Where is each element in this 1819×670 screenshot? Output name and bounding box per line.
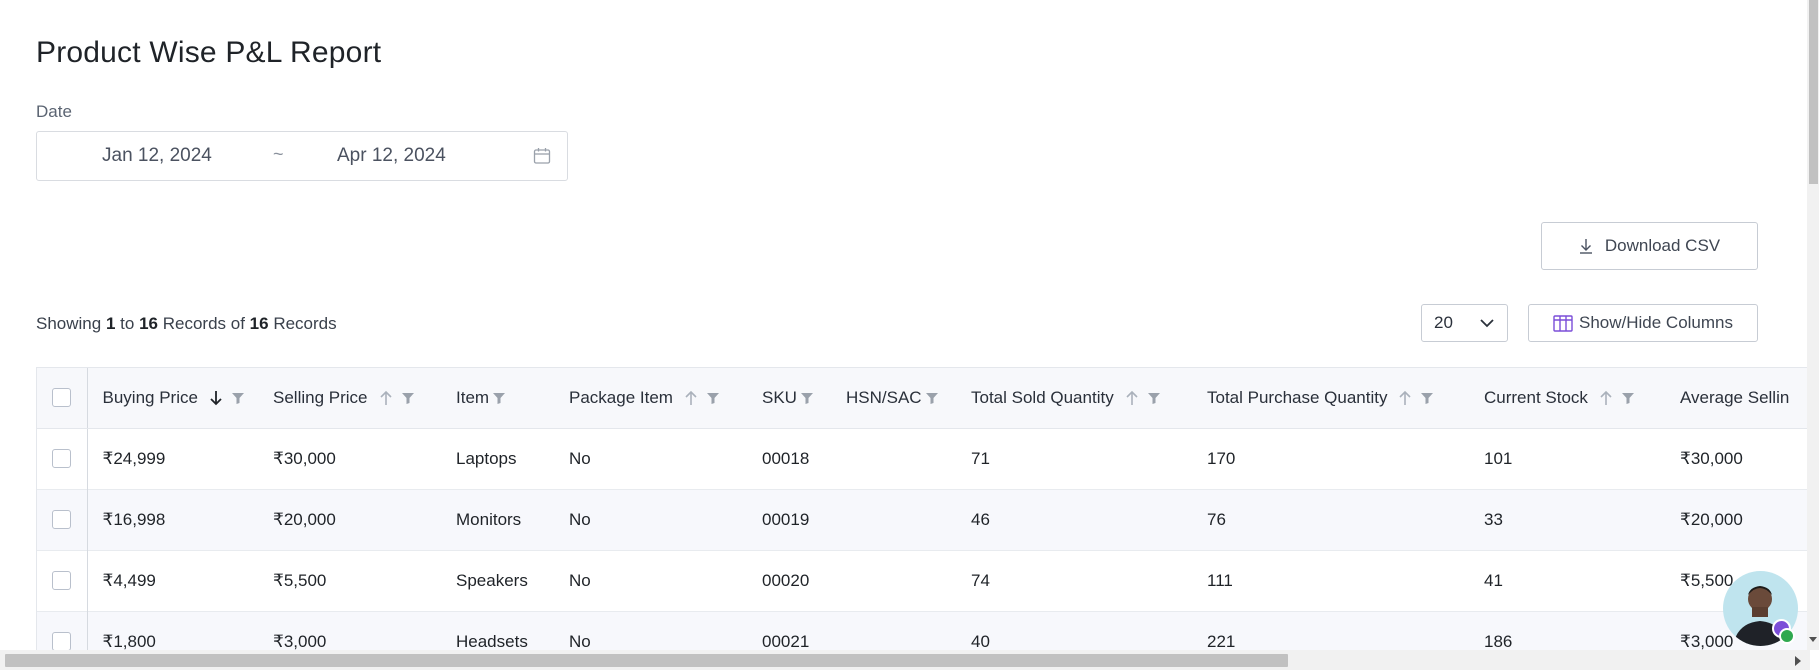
select-all-checkbox[interactable] <box>52 388 71 408</box>
page-title: Product Wise P&L Report <box>36 36 382 69</box>
table-header-row: Buying Price Selling Price Item Package … <box>37 368 1819 429</box>
cell-current-stock: 33 <box>1484 509 1503 529</box>
cell-total-sold-quantity: 74 <box>971 570 990 590</box>
sort-up-icon[interactable] <box>1399 390 1412 406</box>
header-package-item[interactable]: Package Item <box>569 388 673 408</box>
cell-package-item: No <box>569 509 591 529</box>
header-current-stock[interactable]: Current Stock <box>1484 388 1588 408</box>
cell-sku: 00021 <box>762 631 810 651</box>
date-start-input[interactable]: Jan 12, 2024 <box>102 145 212 167</box>
filter-icon[interactable] <box>1421 392 1434 404</box>
show-hide-columns-button[interactable]: Show/Hide Columns <box>1528 304 1758 342</box>
sort-up-icon[interactable] <box>379 390 392 406</box>
header-total-sold-quantity[interactable]: Total Sold Quantity <box>971 388 1114 408</box>
header-average-selling[interactable]: Average Sellin <box>1680 388 1789 408</box>
cell-hsn-sac <box>846 428 971 489</box>
cell-current-stock: 101 <box>1484 448 1513 468</box>
cell-total-sold-quantity: 40 <box>971 631 990 651</box>
cell-package-item: No <box>569 631 591 651</box>
scroll-right-arrow-icon[interactable] <box>1795 656 1801 666</box>
columns-icon <box>1553 315 1573 332</box>
row-checkbox[interactable] <box>52 632 71 650</box>
cell-item: Headsets <box>456 631 528 651</box>
cell-total-purchase-quantity: 170 <box>1207 448 1236 468</box>
filter-icon[interactable] <box>800 392 813 404</box>
scroll-down-arrow-icon[interactable] <box>1809 637 1817 642</box>
download-icon <box>1579 239 1592 254</box>
row-checkbox[interactable] <box>52 571 71 590</box>
sort-down-icon[interactable] <box>210 390 222 406</box>
cell-buying-price: ₹4,499 <box>102 570 156 590</box>
cell-total-sold-quantity: 71 <box>971 448 990 468</box>
calendar-icon[interactable] <box>533 147 551 165</box>
sort-up-icon[interactable] <box>1600 390 1612 406</box>
filter-icon[interactable] <box>706 392 719 404</box>
header-total-purchase-quantity[interactable]: Total Purchase Quantity <box>1207 388 1387 408</box>
cell-total-purchase-quantity: 76 <box>1207 509 1226 529</box>
cell-package-item: No <box>569 448 591 468</box>
table-row[interactable]: ₹4,499 ₹5,500 Speakers No 00020 74 111 4… <box>37 550 1819 611</box>
cell-sku: 00019 <box>762 509 810 529</box>
date-label: Date <box>36 102 72 121</box>
filter-icon[interactable] <box>401 392 414 404</box>
cell-current-stock: 186 <box>1484 631 1513 651</box>
sort-up-icon[interactable] <box>685 390 697 406</box>
date-end-input[interactable]: Apr 12, 2024 <box>337 145 446 167</box>
cell-item: Speakers <box>456 570 528 590</box>
cell-buying-price: ₹1,800 <box>102 631 156 651</box>
header-sku[interactable]: SKU <box>762 388 797 408</box>
table-row[interactable]: ₹16,998 ₹20,000 Monitors No 00019 46 76 … <box>37 489 1819 550</box>
vertical-scrollbar[interactable] <box>1807 0 1819 650</box>
cell-item: Monitors <box>456 509 522 529</box>
cell-total-sold-quantity: 46 <box>971 509 990 529</box>
filter-icon[interactable] <box>1147 392 1160 404</box>
cell-buying-price: ₹16,998 <box>102 509 166 529</box>
row-checkbox[interactable] <box>52 449 71 468</box>
page-size-select[interactable]: 20 <box>1421 304 1508 342</box>
cell-sku: 00020 <box>762 570 810 590</box>
filter-icon[interactable] <box>1621 392 1634 404</box>
date-range-picker[interactable]: Jan 12, 2024 ~ Apr 12, 2024 <box>36 131 568 181</box>
cell-total-purchase-quantity: 221 <box>1207 631 1236 651</box>
cell-package-item: No <box>569 570 591 590</box>
cell-item: Laptops <box>456 448 517 468</box>
header-buying-price[interactable]: Buying Price <box>103 388 198 408</box>
header-hsn-sac[interactable]: HSN/SAC <box>846 388 922 408</box>
cell-hsn-sac <box>846 611 971 650</box>
records-summary: Showing 1 to 16 Records of 16 Records <box>36 314 337 333</box>
table-row[interactable]: ₹1,800 ₹3,000 Headsets No 00021 40 221 1… <box>37 611 1819 650</box>
row-checkbox[interactable] <box>52 510 71 529</box>
sort-up-icon[interactable] <box>1126 390 1138 406</box>
cell-hsn-sac <box>846 489 971 550</box>
horizontal-scroll-thumb[interactable] <box>5 654 1288 667</box>
show-hide-columns-label: Show/Hide Columns <box>1578 313 1733 332</box>
header-selling-price[interactable]: Selling Price <box>273 388 368 408</box>
vertical-scroll-thumb[interactable] <box>1809 0 1818 184</box>
cell-average-selling: ₹30,000 <box>1680 448 1743 468</box>
download-csv-label: Download CSV <box>1604 236 1721 255</box>
filter-icon[interactable] <box>231 392 244 404</box>
cell-buying-price: ₹24,999 <box>102 448 166 468</box>
cell-sku: 00018 <box>762 448 810 468</box>
cell-selling-price: ₹3,000 <box>273 631 327 651</box>
cell-selling-price: ₹20,000 <box>273 509 336 529</box>
cell-selling-price: ₹5,500 <box>273 570 327 590</box>
cell-total-purchase-quantity: 111 <box>1207 570 1233 590</box>
page-size-value: 20 <box>1434 313 1453 332</box>
cell-selling-price: ₹30,000 <box>273 448 336 468</box>
download-csv-button[interactable]: Download CSV <box>1541 222 1758 270</box>
filter-icon[interactable] <box>493 392 506 404</box>
header-item[interactable]: Item <box>456 388 489 408</box>
chevron-down-icon <box>1480 319 1494 328</box>
filter-icon[interactable] <box>925 392 938 404</box>
horizontal-scrollbar[interactable] <box>0 650 1810 670</box>
cell-average-selling: ₹20,000 <box>1680 509 1743 529</box>
table-row[interactable]: ₹24,999 ₹30,000 Laptops No 00018 71 170 … <box>37 428 1819 489</box>
date-separator: ~ <box>273 144 284 164</box>
cell-current-stock: 41 <box>1484 570 1503 590</box>
online-status-icon <box>1779 628 1795 644</box>
cell-hsn-sac <box>846 550 971 611</box>
pl-report-table: Buying Price Selling Price Item Package … <box>36 367 1819 650</box>
